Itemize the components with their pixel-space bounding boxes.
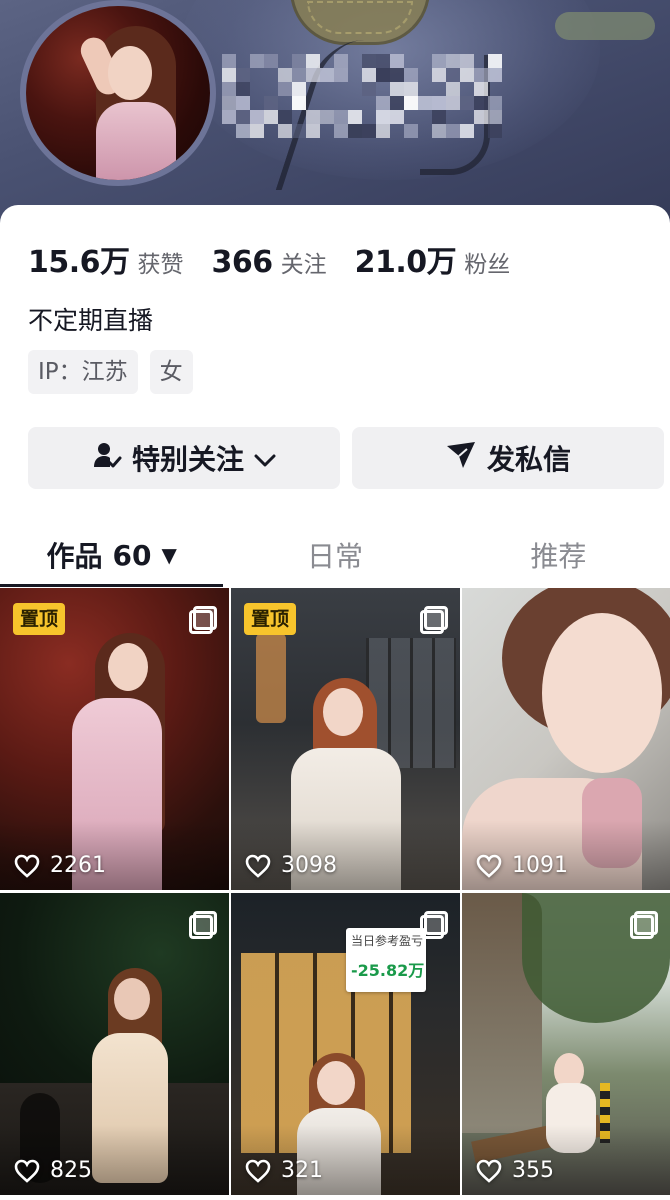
post-likes-count: 1091: [512, 853, 568, 878]
user-check-icon: [92, 440, 122, 477]
caret-down-icon: ▼: [161, 543, 177, 567]
heart-icon: [14, 1159, 40, 1183]
tab-works[interactable]: 作品 60 ▼: [0, 523, 224, 587]
post-likes-count: 3098: [281, 853, 337, 878]
profile-tags: IP：江苏 女: [28, 350, 205, 394]
pinned-badge: 置顶: [244, 603, 297, 635]
post-likes: 3098: [245, 853, 337, 878]
username-blurred: [222, 54, 512, 138]
avatar[interactable]: [20, 0, 216, 186]
stat-followers[interactable]: 21.0万 粉丝: [355, 237, 511, 281]
multi-image-icon: [420, 606, 448, 634]
heart-icon: [476, 1159, 502, 1183]
heart-icon: [245, 854, 271, 878]
stat-likes-label: 获赞: [137, 252, 184, 278]
stat-following[interactable]: 366 关注: [212, 245, 327, 280]
post-tile[interactable]: 825: [0, 893, 229, 1195]
gender-tag: 女: [149, 350, 193, 394]
special-follow-button[interactable]: 特别关注: [28, 427, 340, 489]
heart-icon: [14, 854, 40, 878]
tab-works-label: 作品: [46, 540, 103, 573]
tab-daily[interactable]: 日常: [223, 523, 446, 587]
profile-actions: 特别关注 发私信: [28, 427, 664, 489]
post-likes-count: 321: [281, 1158, 323, 1183]
post-tile[interactable]: 当日参考盈亏 -25.82万 321: [231, 893, 460, 1195]
stat-following-value: 366: [211, 245, 274, 280]
profile-stats: 15.6万 获赞 366 关注 21.0万 粉丝: [28, 237, 538, 281]
tab-recommended[interactable]: 推荐: [447, 523, 670, 587]
stat-followers-label: 粉丝: [464, 252, 511, 278]
profit-loss-label: 当日参考盈亏: [351, 934, 424, 948]
tab-recommended-label: 推荐: [530, 540, 587, 573]
post-likes: 355: [476, 1158, 554, 1183]
multi-image-icon: [189, 606, 217, 634]
multi-image-icon: [630, 911, 658, 939]
send-message-label: 发私信: [486, 443, 571, 476]
special-follow-label: 特别关注: [131, 443, 244, 476]
stat-likes-value: 15.6万: [28, 245, 130, 280]
stat-following-label: 关注: [280, 252, 327, 278]
post-tile[interactable]: 1091: [462, 588, 670, 890]
post-likes: 825: [14, 1158, 92, 1183]
multi-image-icon: [189, 911, 217, 939]
content-tabs: 作品 60 ▼ 日常 推荐: [0, 523, 670, 587]
post-tile[interactable]: 置顶 3098: [231, 588, 460, 890]
chevron-down-icon: [254, 442, 276, 475]
stat-followers-value: 21.0万: [354, 245, 457, 280]
send-message-button[interactable]: 发私信: [352, 427, 664, 489]
ip-location-tag: IP：江苏: [28, 350, 138, 394]
profile-card: 15.6万 获赞 366 关注 21.0万 粉丝 不定期直播 IP：江苏 女 特…: [0, 205, 670, 1200]
tab-daily-label: 日常: [306, 540, 363, 573]
heart-icon: [476, 854, 502, 878]
send-icon: [445, 440, 477, 477]
heart-icon: [245, 1159, 271, 1183]
banner-decoration-pill: [555, 12, 655, 40]
avatar-image: [26, 6, 210, 180]
profile-bio: 不定期直播: [28, 306, 154, 335]
post-likes: 321: [245, 1158, 323, 1183]
post-likes: 2261: [14, 853, 106, 878]
pinned-badge: 置顶: [13, 603, 66, 635]
post-likes-count: 355: [512, 1158, 554, 1183]
post-likes: 1091: [476, 853, 568, 878]
post-tile[interactable]: 置顶 2261: [0, 588, 229, 890]
stat-likes[interactable]: 15.6万 获赞: [28, 237, 184, 281]
post-likes-count: 825: [50, 1158, 92, 1183]
profit-loss-value: -25.82万: [351, 961, 425, 980]
tab-works-count: 60: [112, 538, 152, 572]
profit-loss-card: 当日参考盈亏 -25.82万: [346, 928, 426, 992]
multi-image-icon: [420, 911, 448, 939]
post-likes-count: 2261: [50, 853, 106, 878]
post-tile[interactable]: 355: [462, 893, 670, 1195]
